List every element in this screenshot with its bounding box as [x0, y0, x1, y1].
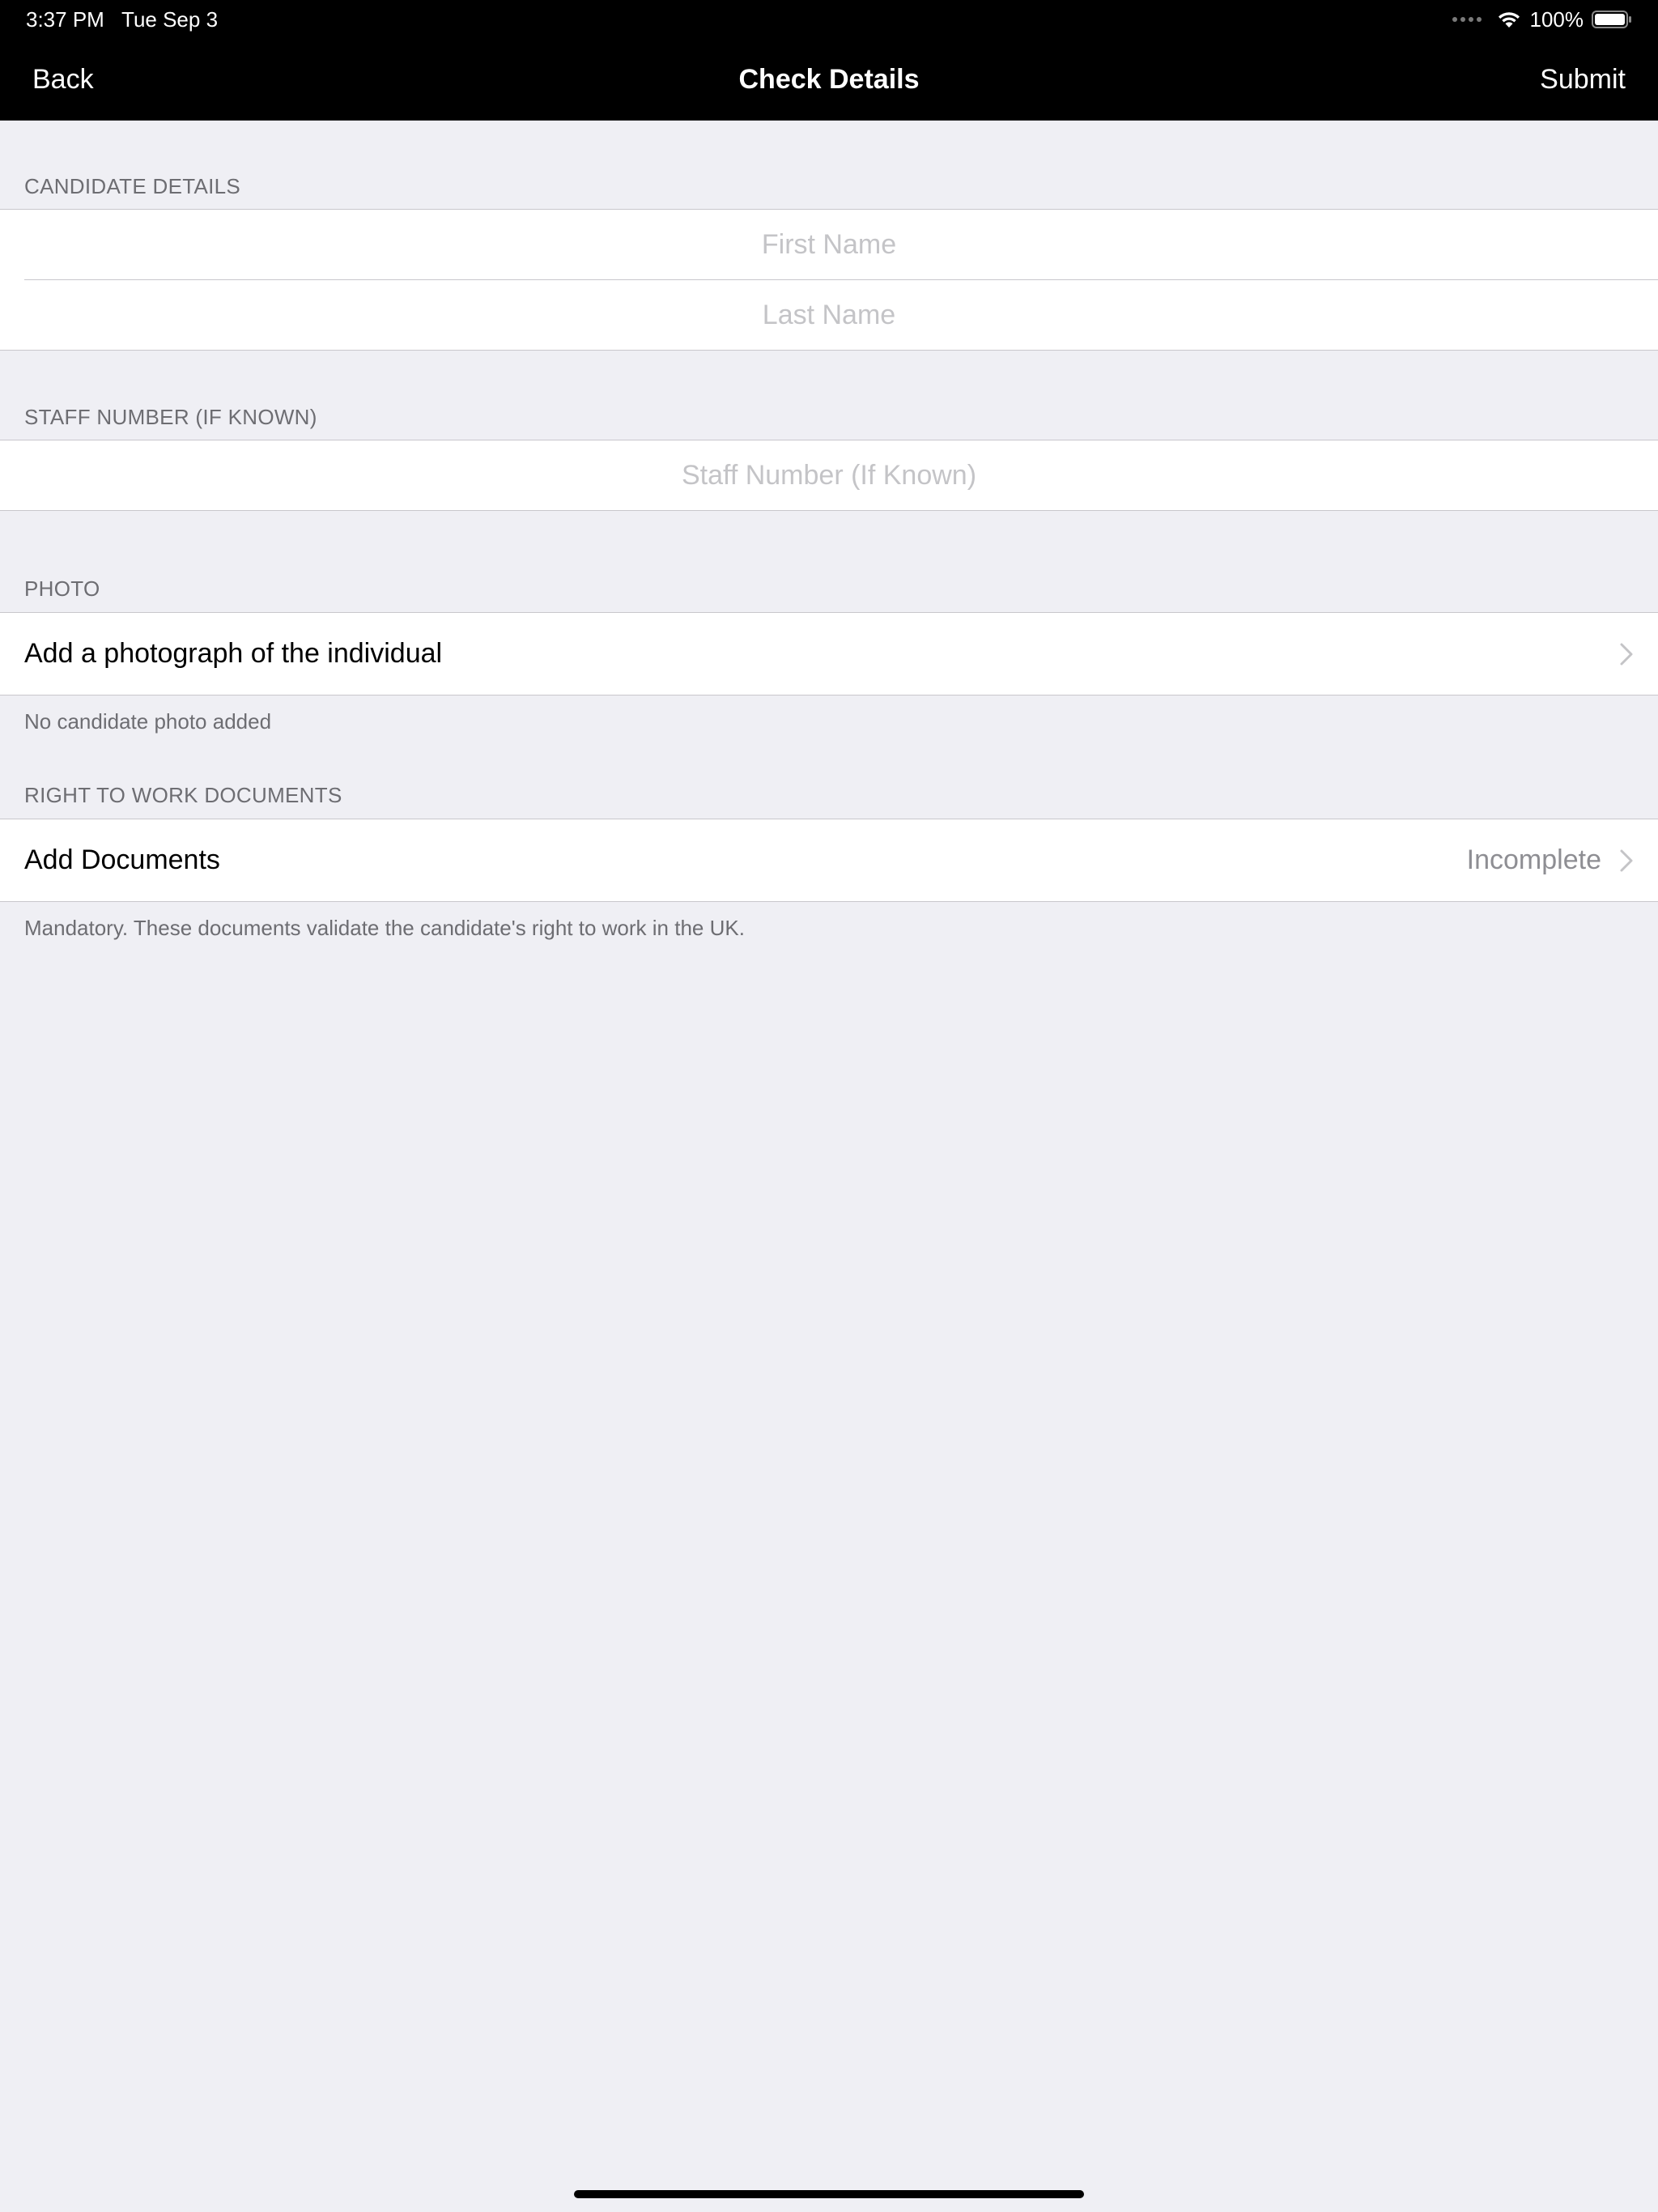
status-date: Tue Sep 3: [121, 7, 219, 32]
documents-footer-note: Mandatory. These documents validate the …: [24, 916, 745, 940]
section-header-candidate-details: CANDIDATE DETAILS: [24, 174, 241, 198]
section-header-photo: PHOTO: [24, 576, 100, 601]
status-time: 3:37 PM: [26, 7, 104, 32]
wifi-icon: [1498, 12, 1520, 28]
chevron-right-icon: [1620, 643, 1633, 665]
documents-status: Incomplete: [1466, 844, 1601, 875]
add-documents-row[interactable]: Add Documents Incomplete: [0, 819, 1658, 901]
chevron-right-icon: [1620, 849, 1633, 871]
photo-footer-note: No candidate photo added: [24, 709, 272, 734]
status-time-date: 3:37 PM Tue Sep 3: [26, 6, 218, 32]
first-name-field[interactable]: [0, 210, 1658, 279]
page-title: Check Details: [738, 64, 920, 95]
candidate-details-group: [0, 209, 1658, 351]
last-name-field[interactable]: [0, 280, 1658, 350]
add-photo-row[interactable]: Add a photograph of the individual: [0, 613, 1658, 695]
photo-group: Add a photograph of the individual: [0, 612, 1658, 696]
add-documents-label: Add Documents: [24, 844, 220, 875]
cellular-dots-icon: [1452, 17, 1482, 22]
documents-group: Add Documents Incomplete: [0, 819, 1658, 902]
add-photo-label: Add a photograph of the individual: [24, 638, 443, 669]
staff-number-field[interactable]: [0, 440, 1658, 510]
back-button[interactable]: Back: [32, 60, 94, 99]
navigation-bar: 3:37 PM Tue Sep 3 100% Back Check Detail…: [0, 0, 1658, 121]
submit-button[interactable]: Submit: [1540, 60, 1626, 99]
battery-percentage: 100%: [1529, 7, 1584, 32]
section-header-staff-number: STAFF NUMBER (IF KNOWN): [24, 405, 317, 429]
section-header-right-to-work: RIGHT TO WORK DOCUMENTS: [24, 783, 342, 807]
staff-number-group: [0, 440, 1658, 511]
battery-icon: [1592, 11, 1631, 28]
status-indicators: 100%: [1452, 6, 1633, 32]
home-indicator[interactable]: [574, 2190, 1084, 2198]
